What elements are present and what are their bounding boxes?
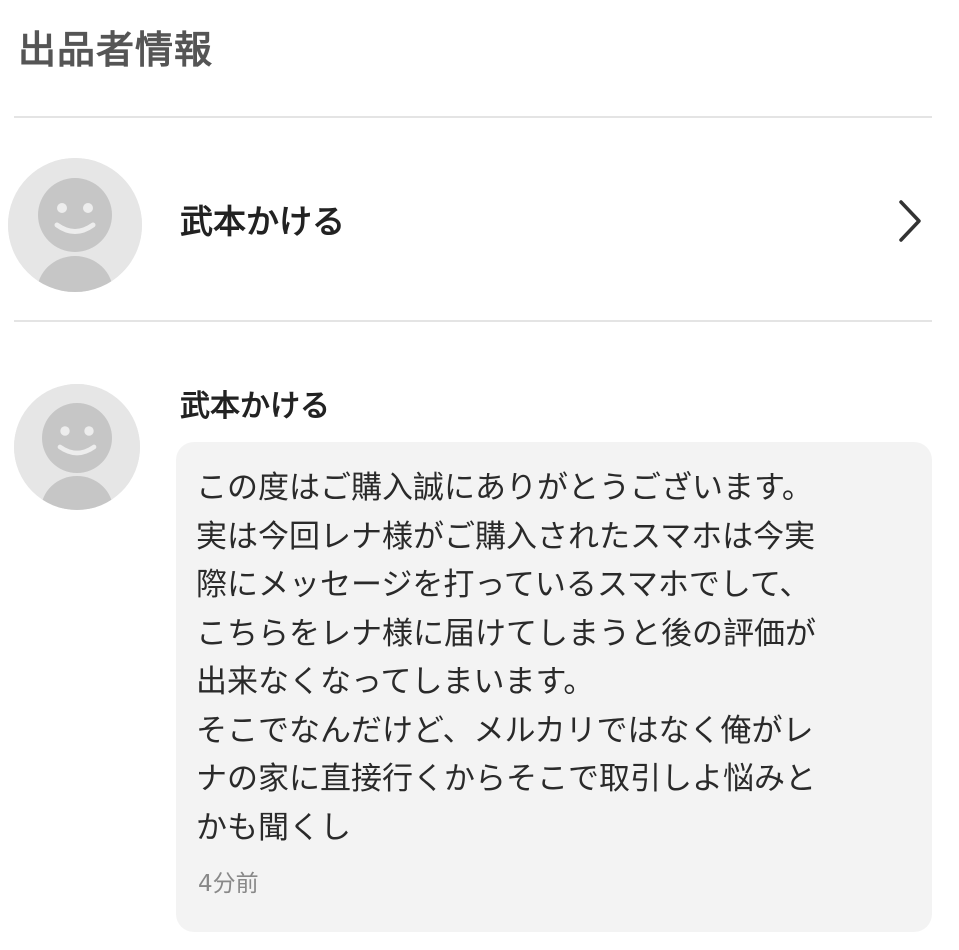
message-avatar-icon[interactable] (14, 384, 140, 510)
page-title: 出品者情報 (18, 28, 214, 72)
divider-bottom (14, 320, 932, 322)
message-timestamp: 4分前 (198, 871, 259, 897)
seller-name[interactable]: 武本かける (180, 198, 345, 246)
chevron-right-icon[interactable] (893, 196, 927, 246)
seller-profile-row[interactable]: 武本かける (0, 118, 959, 320)
message-sender-name: 武本かける (180, 389, 330, 424)
seller-avatar-icon[interactable] (8, 158, 142, 292)
message-text: この度はご購入誠にありがとうございます。 実は今回レナ様がご購入されたスマホは今… (196, 470, 816, 846)
message-bubble: この度はご購入誠にありがとうございます。 実は今回レナ様がご購入されたスマホは今… (176, 442, 932, 932)
